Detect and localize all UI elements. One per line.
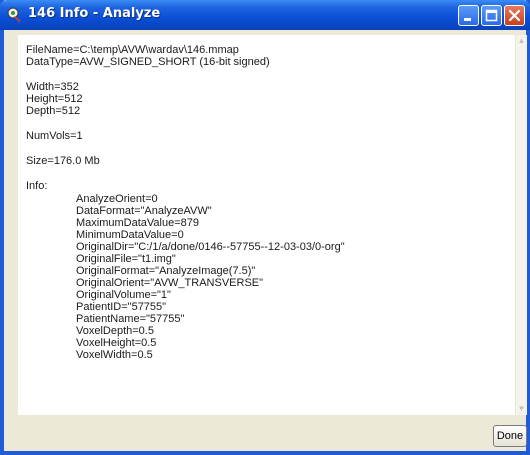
vertical-scrollbar[interactable]: ▲ ▼ — [515, 35, 527, 415]
info-label: Info: — [26, 180, 48, 192]
size-line: Size=176.0 Mb — [26, 155, 100, 167]
info-item: VoxelWidth=0.5 — [76, 349, 153, 361]
height-line: Height=512 — [26, 93, 83, 105]
info-item: OriginalFile="t1.img" — [76, 253, 176, 265]
width-line: Width=352 — [26, 81, 79, 93]
info-item: PatientID="57755" — [76, 301, 167, 313]
minimize-icon — [464, 18, 471, 21]
info-item: VoxelHeight=0.5 — [76, 337, 157, 349]
info-item: AnalyzeOrient=0 — [76, 193, 158, 205]
info-item: OriginalOrient="AVW_TRANSVERSE" — [76, 277, 264, 289]
info-item: VoxelDepth=0.5 — [76, 325, 154, 337]
info-item: OriginalVolume="1" — [76, 289, 171, 301]
filename-line: FileName=C:\temp\AVW\wardav\146.mmap — [26, 44, 239, 56]
datatype-line: DataType=AVW_SIGNED_SHORT (16-bit signed… — [26, 56, 270, 68]
done-button[interactable]: Done — [493, 425, 527, 447]
info-item: OriginalFormat="AnalyzeImage(7.5)" — [76, 265, 256, 277]
analyze-app-icon — [6, 6, 24, 24]
minimize-button[interactable] — [458, 5, 479, 26]
maximize-icon — [485, 9, 498, 22]
info-item: MaximumDataValue=879 — [76, 217, 199, 229]
scroll-down-icon[interactable]: ▼ — [516, 403, 527, 415]
depth-line: Depth=512 — [26, 105, 81, 117]
scroll-up-icon[interactable]: ▲ — [516, 35, 527, 47]
info-item: DataFormat="AnalyzeAVW" — [76, 205, 212, 217]
numvols-line: NumVols=1 — [26, 130, 83, 142]
info-window: 146 Info - Analyze FileName=C:\temp\AVW\… — [0, 0, 530, 455]
info-item: PatientName="57755" — [76, 313, 185, 325]
window-title: 146 Info - Analyze — [28, 6, 161, 21]
info-item: OriginalDir="C:/1/a/done/0146--57755--12… — [76, 241, 345, 253]
close-button[interactable] — [504, 5, 525, 26]
info-item: MinimumDataValue=0 — [76, 229, 184, 241]
info-text-area[interactable]: FileName=C:\temp\AVW\wardav\146.mmap Dat… — [18, 35, 515, 415]
close-icon — [508, 9, 521, 22]
maximize-button[interactable] — [481, 5, 502, 26]
title-bar[interactable]: 146 Info - Analyze — [0, 0, 530, 30]
